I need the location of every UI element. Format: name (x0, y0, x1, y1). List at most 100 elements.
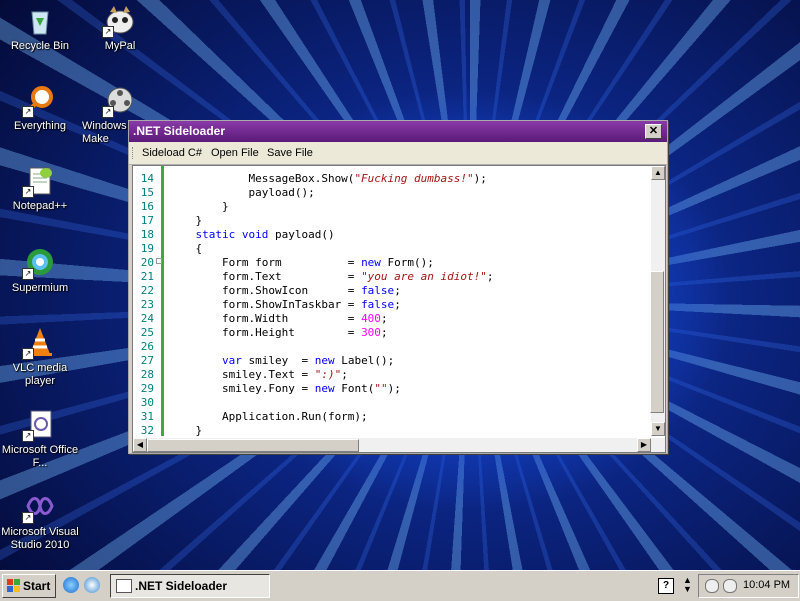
internet-explorer-icon[interactable] (63, 577, 79, 593)
code-token: } (169, 424, 203, 437)
menu-bar: Sideload C# Open File Save File (129, 142, 667, 165)
taskbar-button-sideloader[interactable]: .NET Sideloader (110, 574, 270, 598)
code-line[interactable]: { (169, 242, 202, 256)
code-token-str: "" (374, 382, 388, 395)
window-app-icon (116, 579, 132, 593)
windows-movie-maker-icon: ↗ (102, 84, 136, 118)
line-number: 25 (140, 326, 154, 339)
desktop-icon-label: Microsoft Office F... (1, 444, 79, 469)
line-number: 24 (140, 312, 154, 325)
scroll-right-icon[interactable]: ▶ (637, 438, 651, 452)
code-token: smiley = (241, 354, 315, 367)
code-token-kw: false (361, 284, 395, 297)
code-line[interactable]: form.Height = 300; (169, 326, 388, 340)
code-token: form.Height = (169, 326, 362, 339)
code-token: ; (486, 270, 494, 283)
horizontal-scrollbar[interactable]: ◀ ▶ (133, 438, 665, 452)
code-token-str: ":)" (314, 368, 342, 381)
code-line[interactable]: form.ShowIcon = false; (169, 284, 401, 298)
code-token: form.Text = (169, 270, 362, 283)
show-desktop-icon[interactable] (84, 577, 100, 593)
code-line[interactable]: Form form = new Form(); (169, 256, 434, 270)
shortcut-arrow-icon: ↗ (22, 186, 34, 198)
windows-flag-icon (7, 579, 20, 592)
menu-sideload-csharp[interactable]: Sideload C# (142, 147, 202, 159)
vertical-scrollbar[interactable]: ▲ ▼ (650, 166, 665, 436)
vertical-scroll-thumb[interactable] (650, 271, 664, 413)
notepad-plus-plus-icon: ↗ (22, 164, 56, 198)
desktop-icon-visual-studio[interactable]: ↗ Microsoft Visual Studio 2010 (0, 490, 80, 552)
sideloader-window[interactable]: .NET Sideloader ✕ Sideload C# Open File … (128, 120, 668, 454)
code-line[interactable]: smiley.Fony = new Font(""); (169, 382, 401, 396)
shortcut-arrow-icon: ↗ (22, 268, 34, 280)
fold-marker-icon[interactable] (156, 258, 162, 264)
taskbar: Start .NET Sideloader ? ▲ ▼ 10:04 PM (0, 570, 800, 601)
code-token: } (169, 214, 203, 227)
desktop-icon-supermium[interactable]: ↗ Supermium (0, 246, 80, 295)
desktop-icon-label: Windows Make (82, 120, 127, 145)
help-icon[interactable]: ? (658, 578, 674, 594)
clock[interactable]: 10:04 PM (743, 579, 790, 591)
desktop-icon-label: Recycle Bin (10, 40, 70, 52)
tray-arrows-icon[interactable]: ▲ ▼ (683, 576, 692, 594)
desktop-icon-label: Everything (14, 120, 66, 132)
line-number: 27 (140, 354, 154, 367)
code-token-num: 300 (361, 326, 381, 339)
code-token: Form(); (380, 256, 434, 269)
code-token-kw: new (361, 256, 381, 269)
recycle-bin-icon (24, 4, 56, 36)
desktop-icon-mypal[interactable]: ↗ MyPal (80, 4, 160, 53)
change-marker-bar (161, 166, 164, 436)
start-button[interactable]: Start (2, 574, 56, 598)
code-line[interactable]: form.Width = 400; (169, 312, 388, 326)
line-number: 15 (140, 186, 154, 199)
desktop-icon-recycle-bin[interactable]: Recycle Bin (0, 4, 80, 53)
close-button[interactable]: ✕ (645, 124, 662, 139)
code-token-str: "you are an idiot!" (361, 270, 487, 283)
volume-icon[interactable] (723, 579, 737, 593)
code-token: ); (473, 172, 487, 185)
menu-open-file[interactable]: Open File (211, 147, 259, 159)
visual-studio-icon: ↗ (22, 490, 56, 524)
code-line[interactable]: form.ShowInTaskbar = false; (169, 298, 401, 312)
menu-save-file[interactable]: Save File (267, 147, 313, 159)
desktop-icon-label: Notepad++ (12, 200, 68, 212)
code-line[interactable]: } (169, 200, 229, 214)
toolbar-grip[interactable] (132, 147, 136, 159)
scroll-left-icon[interactable]: ◀ (133, 438, 147, 452)
code-line[interactable]: MessageBox.Show("Fucking dumbass!"); (169, 172, 487, 186)
scroll-up-icon[interactable]: ▲ (651, 166, 665, 180)
network-icon[interactable] (705, 579, 719, 593)
code-token: smiley.Text = (169, 368, 315, 381)
line-number: 26 (140, 340, 154, 353)
code-token: form.Width = (169, 312, 362, 325)
line-number: 30 (140, 396, 154, 409)
shortcut-arrow-icon: ↗ (102, 106, 114, 118)
horizontal-scroll-thumb[interactable] (147, 439, 359, 452)
code-line[interactable]: var smiley = new Label(); (169, 354, 394, 368)
desktop-icon-everything[interactable]: ↗ Everything (0, 84, 80, 133)
code-line[interactable]: form.Text = "you are an idiot!"; (169, 270, 494, 284)
shortcut-arrow-icon: ↗ (22, 348, 34, 360)
code-line[interactable]: payload(); (169, 186, 314, 200)
window-titlebar[interactable]: .NET Sideloader ✕ (129, 121, 667, 142)
code-line[interactable]: } (169, 424, 202, 438)
code-line[interactable]: } (169, 214, 202, 228)
code-line[interactable]: Application.Run(form); (169, 410, 368, 424)
desktop-icon-microsoft-office[interactable]: ↗ Microsoft Office F... (0, 408, 80, 470)
line-number: 22 (140, 284, 154, 297)
mypal-browser-icon: ↗ (102, 4, 136, 38)
code-token: } (169, 200, 229, 213)
code-editor[interactable]: 14 15 16 17 18 19 20 21 22 23 24 25 26 2… (132, 165, 666, 453)
office-file-icon: ↗ (22, 408, 56, 442)
desktop-icon-vlc[interactable]: ↗ VLC media player (0, 326, 80, 388)
code-line[interactable]: static void payload() (169, 228, 335, 242)
desktop-icon-notepad-plus-plus[interactable]: ↗ Notepad++ (0, 164, 80, 213)
scroll-down-icon[interactable]: ▼ (651, 422, 665, 436)
desktop-icon-label: VLC media player (12, 362, 68, 387)
line-number: 32 (140, 424, 154, 437)
code-token-kw: var (221, 354, 242, 367)
code-line[interactable]: smiley.Text = ":)"; (169, 368, 348, 382)
